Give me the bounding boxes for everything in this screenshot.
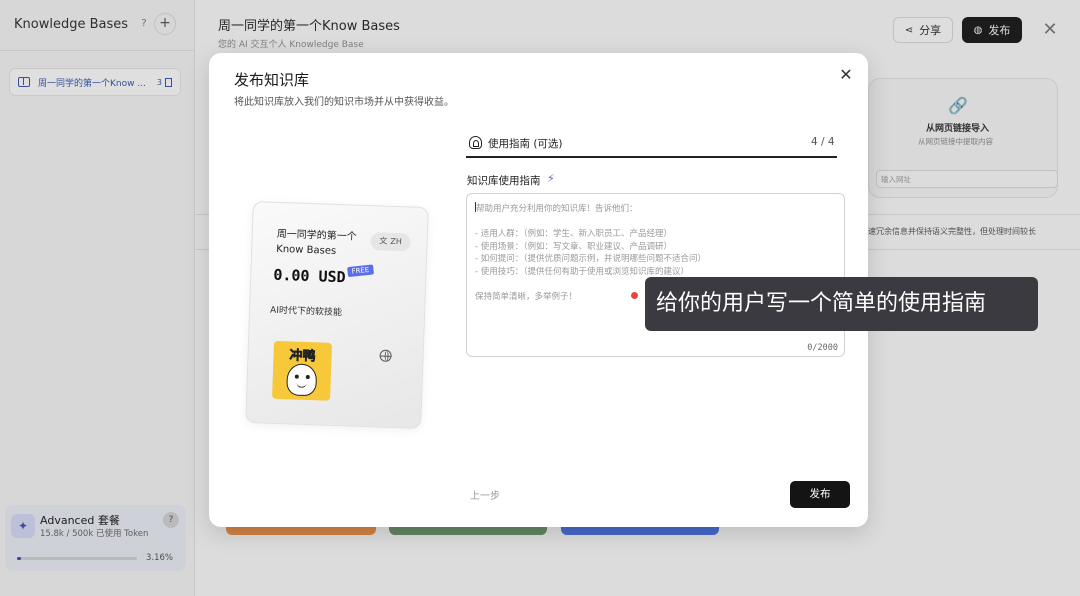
free-badge: FREE bbox=[347, 264, 374, 278]
logo-text: 冲鸭 bbox=[289, 348, 316, 365]
submit-publish-button[interactable]: 发布 bbox=[790, 481, 850, 508]
modal-subtitle: 将此知识库放入我们的知识市场并从中获得收益。 bbox=[234, 97, 454, 108]
card-price: 0.00 USD bbox=[273, 265, 346, 287]
language-label: ZH bbox=[390, 236, 403, 247]
cartoon-face-icon bbox=[286, 363, 318, 397]
app-window: Knowledge Bases ? + 周一同学的第一个Know ... 3 ✦… bbox=[0, 0, 1080, 596]
magic-wand-icon[interactable]: ⚡ bbox=[547, 172, 555, 185]
placeholder-line bbox=[475, 216, 706, 229]
instruction-tooltip: 给你的用户写一个简单的使用指南 bbox=[645, 277, 1038, 331]
usage-guide-label: 知识库使用指南 bbox=[467, 175, 541, 187]
language-badge: 文 ZH bbox=[370, 232, 411, 252]
close-icon[interactable]: ✕ bbox=[836, 65, 856, 85]
placeholder-line: - 适用人群：（例如：学生、新入职员工、产品经理） bbox=[475, 229, 673, 239]
step-counter: 4 / 4 bbox=[811, 136, 835, 148]
placeholder-line: 帮助用户充分利用你的知识库！告诉他们： bbox=[475, 202, 638, 214]
placeholder-line: - 使用场景：（例如：写文章、职业建议、产品调研） bbox=[475, 241, 673, 252]
step-title: 使用指南 (可选) bbox=[488, 138, 563, 150]
previous-step-button[interactable]: 上一步 bbox=[470, 487, 500, 502]
guide-icon bbox=[469, 136, 482, 149]
translate-icon: 文 bbox=[379, 236, 388, 246]
text-caret bbox=[475, 202, 476, 212]
character-count: 0/2000 bbox=[807, 343, 838, 353]
step-progress-line bbox=[466, 156, 837, 158]
card-logo-image: 冲鸭 bbox=[272, 340, 333, 401]
placeholder-line: - 如何提问：（提供优质问题示例，并说明哪些问题不适合问） bbox=[475, 254, 707, 264]
modal-title: 发布知识库 bbox=[234, 71, 310, 89]
card-title: 周一同学的第一个Know Bases bbox=[276, 228, 357, 257]
cursor-indicator-dot bbox=[631, 292, 638, 299]
usage-guide-textarea[interactable]: 帮助用户充分利用你的知识库！告诉他们： - 适用人群：（例如：学生、新入职员工、… bbox=[466, 193, 845, 357]
card-description: AI时代下的软技能 bbox=[269, 305, 343, 319]
knowledge-base-preview-card: 周一同学的第一个Know Bases 文 ZH 0.00 USD FREE AI时… bbox=[245, 200, 429, 430]
globe-icon bbox=[379, 349, 392, 362]
